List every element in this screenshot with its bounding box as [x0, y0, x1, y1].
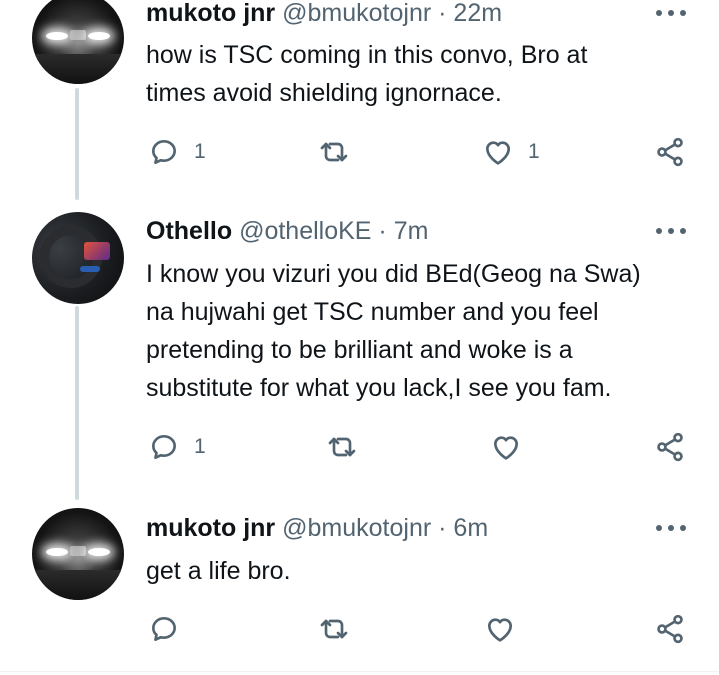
share-icon — [657, 614, 683, 644]
avatar[interactable] — [32, 508, 124, 600]
tweet-text-line: get a life bro. — [146, 557, 291, 585]
tweet-text: how is TSC coming in this convo, Bro at … — [146, 36, 587, 112]
reply-icon — [152, 140, 176, 164]
tweet-time[interactable]: 7m — [394, 217, 429, 245]
retweet-icon — [328, 437, 356, 457]
tweet-header: mukoto jnr @bmukotojnr · 22m — [146, 0, 502, 28]
tweet[interactable]: mukoto jnr @bmukotojnr · 6m get a life b… — [0, 500, 719, 670]
share-icon — [657, 432, 683, 462]
reply-button[interactable]: 1 — [148, 136, 206, 168]
author-name[interactable]: Othello — [146, 217, 232, 245]
tweet-text: I know you vizuri you did BEd(Geog na Sw… — [146, 255, 641, 407]
share-icon — [657, 137, 683, 167]
tweet[interactable]: Othello @othelloKE · 7m I know you vizur… — [0, 200, 719, 500]
author-handle[interactable]: @bmukotojnr — [282, 514, 431, 542]
like-count: 1 — [528, 140, 540, 163]
like-button[interactable] — [490, 431, 536, 463]
retweet-button[interactable] — [326, 431, 372, 463]
tweet-time[interactable]: 22m — [453, 0, 502, 27]
reply-icon — [152, 435, 176, 459]
tweet-text-line: times avoid shielding ignornace. — [146, 79, 502, 107]
tweet-header: Othello @othelloKE · 7m — [146, 216, 428, 246]
author-name[interactable]: mukoto jnr — [146, 514, 275, 542]
share-button[interactable] — [654, 136, 686, 168]
reply-count: 1 — [194, 140, 206, 163]
tweet-header: mukoto jnr @bmukotojnr · 6m — [146, 513, 488, 543]
header-separator: · — [438, 514, 447, 542]
reply-count: 1 — [194, 435, 206, 458]
like-button[interactable] — [484, 613, 530, 645]
avatar[interactable] — [32, 0, 124, 84]
author-handle[interactable]: @bmukotojnr — [282, 0, 431, 27]
retweet-icon — [320, 619, 348, 639]
retweet-icon — [320, 142, 348, 162]
tweet-text-line: substitute for what you lack,I see you f… — [146, 374, 612, 402]
more-options-icon[interactable] — [654, 221, 688, 241]
share-button[interactable] — [654, 613, 686, 645]
header-separator: · — [378, 217, 387, 245]
reply-button[interactable]: 1 — [148, 431, 206, 463]
retweet-button[interactable] — [318, 136, 364, 168]
tweet-text: get a life bro. — [146, 552, 291, 590]
tweet-text-line: pretending to be brilliant and woke is a — [146, 336, 573, 364]
share-button[interactable] — [654, 431, 686, 463]
like-icon — [494, 436, 518, 460]
reply-icon — [152, 617, 176, 641]
tweet-time[interactable]: 6m — [453, 514, 488, 542]
more-options-icon[interactable] — [654, 3, 688, 23]
tweet-text-line: how is TSC coming in this convo, Bro at — [146, 41, 588, 69]
retweet-button[interactable] — [318, 613, 364, 645]
tweet[interactable]: mukoto jnr @bmukotojnr · 22m how is TSC … — [0, 0, 719, 200]
author-name[interactable]: mukoto jnr — [146, 0, 275, 27]
more-options-icon[interactable] — [654, 518, 688, 538]
tweet-text-line: na hujwahi get TSC number and you feel — [146, 298, 599, 326]
reply-button[interactable] — [148, 613, 194, 645]
avatar[interactable] — [32, 212, 124, 304]
author-handle[interactable]: @othelloKE — [239, 217, 371, 245]
tweet-text-line: I know you vizuri you did BEd(Geog na Sw… — [146, 260, 641, 288]
like-button[interactable]: 1 — [482, 136, 540, 168]
like-icon — [486, 141, 510, 165]
bottom-divider — [0, 671, 719, 672]
header-separator: · — [438, 0, 447, 27]
like-icon — [488, 618, 512, 642]
